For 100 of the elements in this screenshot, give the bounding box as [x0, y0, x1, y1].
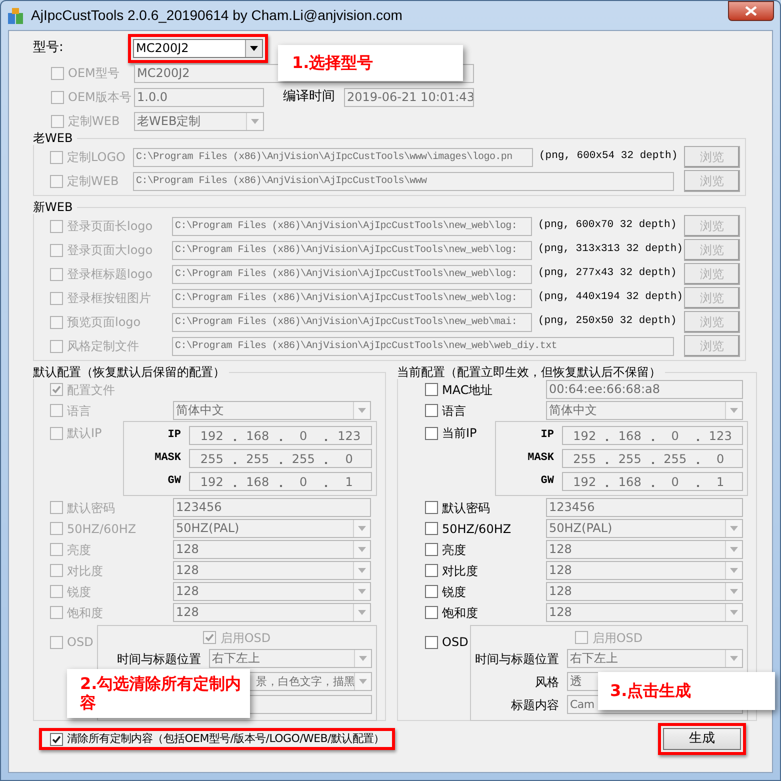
caret-icon — [358, 526, 366, 531]
field-label: OEM版本号 — [68, 89, 132, 106]
field-label: 风格定制文件 — [67, 338, 139, 355]
image-spec-text: (png, 313x313 32 depth) — [538, 242, 683, 258]
field-label: 语言 — [67, 402, 91, 420]
group-title: 新WEB — [33, 200, 74, 214]
ip-octet: 0 — [344, 450, 354, 468]
field-label: MAC地址 — [442, 382, 493, 398]
image-spec-text: (png, 250x50 32 depth) — [538, 314, 677, 330]
ip-octet: 0 — [670, 428, 680, 444]
ip-address-field[interactable]: 255 255 255 0 — [562, 449, 743, 468]
field-label: 亮度 — [442, 542, 466, 558]
field-label: IP — [540, 428, 555, 444]
field-label: OEM型号 — [68, 65, 120, 82]
group-title: 默认配置（恢复默认后保留的配置） — [33, 365, 226, 379]
field-label: 登录框按钮图片 — [67, 290, 151, 307]
field-label: OSD — [67, 634, 94, 651]
checkbox[interactable] — [425, 636, 438, 648]
ip-address-field[interactable]: 192 168 0 1 — [562, 472, 743, 491]
caret-icon — [730, 610, 738, 615]
dropdown[interactable]: 128 — [546, 561, 743, 580]
field-label: IP — [166, 428, 182, 444]
ip-address-field[interactable]: 192 168 0 123 — [562, 426, 743, 445]
field-label: 对比度 — [67, 562, 103, 580]
field-label: 启用OSD — [220, 630, 271, 646]
ip-octet: 255 — [245, 450, 270, 468]
close-icon — [745, 6, 757, 16]
caret-icon — [730, 526, 738, 531]
caret-icon — [251, 118, 259, 124]
instruction-tooltip: 3.点击生成 — [598, 672, 775, 710]
caret-icon — [358, 568, 366, 573]
dropdown-arrow-button[interactable] — [245, 40, 262, 56]
window-title: AjIpcCustTools 2.0.6_20190614 by Cham.Li@anjvision.com — [31, 6, 402, 25]
ip-octet: 255 — [290, 450, 316, 468]
caret-icon — [359, 656, 367, 661]
checkmark-icon — [52, 385, 61, 394]
field-label: 饱和度 — [67, 604, 103, 622]
checkbox[interactable] — [425, 564, 438, 577]
field-label: 饱和度 — [442, 604, 478, 622]
app-icon — [7, 6, 25, 24]
field-label: OSD — [442, 634, 468, 651]
text-field[interactable]: 123456 — [546, 498, 743, 517]
instruction-tooltip: 2.勾选清除所有定制内容 — [67, 669, 250, 718]
field-label: 标题内容 — [511, 696, 559, 714]
field-label: 时间与标题位置 — [475, 650, 559, 668]
image-spec-text: (png, 600x70 32 depth) — [538, 218, 677, 234]
field-label: 50HZ/60HZ — [442, 520, 512, 538]
model-dropdown[interactable]: MC200J2 — [133, 38, 263, 58]
checkmark-icon — [205, 633, 214, 642]
field-label: GW — [540, 474, 555, 490]
generate-button[interactable]: 生成 — [663, 728, 741, 750]
field-label: 当前IP — [442, 425, 477, 442]
field-label: 配置文件 — [67, 382, 115, 398]
caret-icon — [358, 610, 366, 615]
dropdown[interactable]: 50HZ(PAL) — [546, 519, 743, 538]
caret-icon — [730, 547, 738, 552]
group-title: 老WEB — [33, 131, 74, 145]
checkbox[interactable] — [425, 543, 438, 556]
text-field[interactable]: 00:64:ee:66:68:a8 — [546, 380, 743, 399]
checkbox[interactable] — [425, 383, 438, 396]
field-label: 锐度 — [67, 584, 91, 600]
field-label: 锐度 — [442, 584, 466, 600]
checkbox[interactable] — [425, 426, 438, 440]
image-spec-text: (png, 600x54 32 depth) — [539, 149, 678, 164]
dropdown[interactable]: 简体中文 — [546, 401, 743, 420]
checkbox[interactable] — [425, 585, 438, 598]
ip-octet: 168 — [617, 474, 642, 490]
field-label: 型号: — [33, 39, 64, 58]
field-label: 登录框标题logo — [67, 266, 153, 283]
field-label: 编译时间 — [283, 88, 336, 106]
field-label: 登录页面长logo — [67, 218, 153, 235]
caret-icon — [359, 679, 367, 684]
field-label: 登录页面大logo — [67, 242, 153, 259]
field-label: 亮度 — [67, 542, 91, 558]
caret-icon — [358, 589, 366, 594]
ip-octet: 168 — [617, 428, 642, 444]
checkmark-icon — [52, 734, 61, 744]
ip-octet: 192 — [572, 428, 598, 444]
checkbox[interactable] — [425, 404, 438, 417]
checkbox[interactable] — [425, 522, 438, 535]
field-label: 默认密码 — [442, 500, 490, 516]
dropdown[interactable]: 128 — [546, 582, 743, 601]
ip-octet: 168 — [245, 474, 270, 490]
ip-octet: 255 — [572, 450, 598, 468]
close-button[interactable] — [728, 1, 774, 21]
field-label: 默认密码 — [67, 500, 115, 516]
checkbox[interactable] — [425, 501, 438, 514]
dropdown[interactable]: 128 — [546, 540, 743, 559]
dropdown[interactable]: 右下左上 — [567, 649, 743, 668]
checkbox[interactable] — [575, 631, 588, 644]
field-label: GW — [166, 474, 182, 490]
field-label: 50HZ/60HZ — [67, 520, 136, 538]
caret-icon — [730, 656, 738, 661]
group-title: 当前配置（配置立即生效，但恢复默认后不保留） — [397, 365, 662, 379]
field-label: 预览页面logo — [67, 314, 141, 331]
caret-icon — [358, 547, 366, 552]
dropdown[interactable]: 128 — [546, 603, 743, 622]
checkbox[interactable] — [425, 606, 438, 619]
checkbox[interactable] — [50, 732, 63, 746]
image-spec-text: (png, 440x194 32 depth) — [538, 290, 683, 306]
